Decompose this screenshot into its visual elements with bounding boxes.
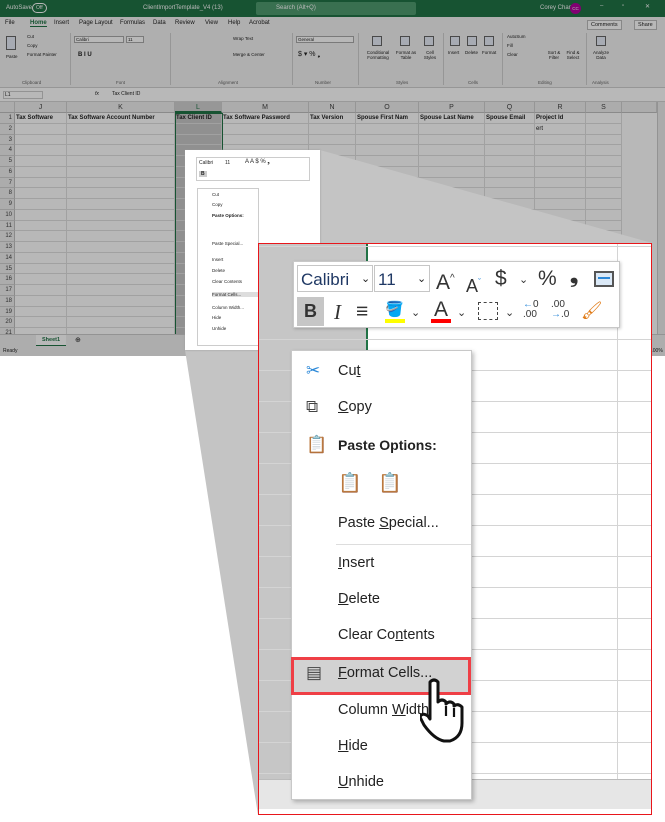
- small-size: 11: [225, 160, 231, 166]
- grow-font-icon[interactable]: A^: [436, 267, 455, 295]
- menu-item-paste-special-text-rest: pecial...: [388, 515, 439, 531]
- menu-item-column-width-accelerator: W: [392, 702, 406, 718]
- small-mini-toolbar: Calibri 11 A A $ % ❟ B: [196, 157, 310, 181]
- increase-decimal-icon[interactable]: ←0.00: [523, 300, 539, 320]
- small-text: Clear Co: [212, 279, 230, 284]
- menu-item-column-width-text: Column: [338, 702, 392, 718]
- menu-item-unhide-text-rest: nhide: [348, 774, 384, 790]
- menu-item-copy-text-rest: opy: [348, 399, 372, 415]
- small-text: t: [217, 192, 220, 197]
- font-color-icon[interactable]: A: [431, 298, 451, 324]
- small-text: nsert: [213, 257, 224, 262]
- scissors-icon: ✂: [306, 361, 321, 380]
- menu-item-unhide[interactable]: Unhide: [338, 770, 384, 794]
- menu-item-cut-text: Cu: [338, 363, 357, 379]
- small-menu-item-format-cells: Format Cells...: [212, 292, 258, 297]
- menu-item-insert[interactable]: Insert: [338, 551, 374, 575]
- menu-item-hide-accelerator: H: [338, 738, 349, 754]
- mini-toolbar: Calibri ⌄ 11 ⌄ A^ Aˇ $ ⌄ % ❟ B I ≡ 🪣 ⌄ A…: [293, 261, 620, 328]
- menu-item-copy-accelerator: C: [338, 399, 349, 415]
- menu-item-delete[interactable]: Delete: [338, 587, 380, 611]
- menu-item-hide[interactable]: Hide: [338, 734, 368, 758]
- italic-button[interactable]: I: [334, 300, 341, 324]
- menu-item-paste-special-text: Paste: [338, 515, 380, 531]
- menu-item-clear-contents-text: Clear Co: [338, 627, 396, 643]
- menu-item-hide-text-rest: ide: [348, 738, 368, 754]
- comma-style-icon[interactable]: ❟: [570, 264, 578, 288]
- menu-separator: [336, 544, 471, 545]
- menu-item-format-cells[interactable]: Format Cells...: [338, 661, 432, 685]
- chevron-down-icon: ⌄: [417, 273, 427, 285]
- gridline: [259, 246, 651, 247]
- small-text: elete: [215, 268, 226, 273]
- font-size-value: 11: [378, 270, 396, 289]
- small-bold: B: [199, 171, 207, 177]
- format-painter-icon[interactable]: 🖌: [581, 301, 603, 321]
- currency-icon[interactable]: $: [495, 267, 507, 291]
- small-font: Calibri: [199, 160, 214, 166]
- chevron-down-icon[interactable]: ⌄: [505, 301, 514, 325]
- menu-item-clear-contents[interactable]: Clear Contents: [338, 623, 435, 647]
- menu-item-clear-contents-text-rest: tents: [403, 627, 435, 643]
- menu-item-paste-special[interactable]: Paste Special...: [338, 511, 439, 535]
- small-text: tents: [232, 279, 243, 284]
- menu-item-paste-special-accelerator: S: [379, 515, 389, 531]
- copy-icon: ⧉: [306, 397, 319, 416]
- font-name-select[interactable]: Calibri ⌄: [297, 265, 373, 292]
- small-text: opy: [215, 202, 223, 207]
- small-text: ormat Cells...: [214, 292, 242, 297]
- menu-item-cut-accelerator: t: [356, 363, 361, 379]
- menu-item-paste-options-text: Paste Options:: [338, 437, 437, 453]
- menu-item-delete-accelerator: D: [338, 591, 349, 607]
- paste-formatting-icon[interactable]: 📋: [338, 471, 362, 495]
- small-menu-item-paste-options: Paste Options:: [212, 213, 244, 218]
- fill-color-icon[interactable]: 🪣: [385, 300, 405, 324]
- small-text: pecial...: [227, 241, 244, 246]
- paste-values-icon[interactable]: 📋: [378, 471, 402, 495]
- menu-item-copy[interactable]: Copy: [338, 395, 372, 419]
- small-menu-item-delete: Delete: [212, 268, 225, 273]
- paste-icon: 📋: [306, 435, 328, 454]
- hand-pointer-cursor-icon: [420, 678, 464, 743]
- chevron-down-icon[interactable]: ⌄: [519, 268, 528, 292]
- small-menu-item-paste-special: Paste Special...: [212, 241, 243, 246]
- menu-item-insert-text-rest: nsert: [342, 555, 375, 571]
- small-text: Paste Options:: [212, 213, 244, 218]
- small-menu-item-copy: Copy: [212, 202, 223, 207]
- chevron-down-icon[interactable]: ⌄: [411, 301, 420, 325]
- wrap-text-icon[interactable]: [594, 271, 614, 287]
- bold-button[interactable]: B: [297, 297, 324, 326]
- small-text: ide: [215, 315, 222, 320]
- menu-item-format-cells-accelerator: F: [338, 665, 347, 681]
- small-menu-item-insert: Insert: [212, 257, 223, 262]
- menu-item-cut[interactable]: Cut: [338, 359, 361, 383]
- menu-item-paste-options: Paste Options:: [338, 433, 437, 457]
- gridline: [259, 339, 651, 340]
- menu-item-unhide-accelerator: U: [338, 774, 349, 790]
- small-menu-item-cut: Cut: [212, 192, 219, 197]
- small-text: idth...: [233, 305, 245, 310]
- small-context-menu: Cut Copy Paste Options: Paste Special... Ins…: [197, 188, 259, 346]
- small-menu-item-unhide: Unhide: [212, 326, 226, 331]
- small-toolbar-icons: A A $ % ❟: [245, 159, 270, 165]
- decrease-decimal-icon[interactable]: .00 →.0: [551, 300, 569, 320]
- small-text: Column: [212, 305, 229, 310]
- shrink-font-icon[interactable]: Aˇ: [466, 270, 481, 298]
- chevron-down-icon: ⌄: [361, 273, 371, 285]
- menu-item-delete-text-rest: elete: [348, 591, 380, 607]
- font-name-value: Calibri: [301, 270, 350, 289]
- center-align-icon[interactable]: ≡: [356, 300, 368, 324]
- small-menu-item-hide: Hide: [212, 315, 221, 320]
- format-cells-icon: ▤: [306, 663, 323, 682]
- small-text: Paste: [212, 241, 225, 246]
- small-menu-item-clear-contents: Clear Contents: [212, 279, 242, 284]
- percent-icon[interactable]: %: [538, 267, 557, 291]
- font-size-select[interactable]: 11 ⌄: [374, 265, 430, 292]
- borders-icon[interactable]: [478, 302, 498, 320]
- chevron-down-icon[interactable]: ⌄: [457, 301, 466, 325]
- small-menu-item-column-width: Column Width...: [212, 305, 244, 310]
- small-text: nhide: [215, 326, 227, 331]
